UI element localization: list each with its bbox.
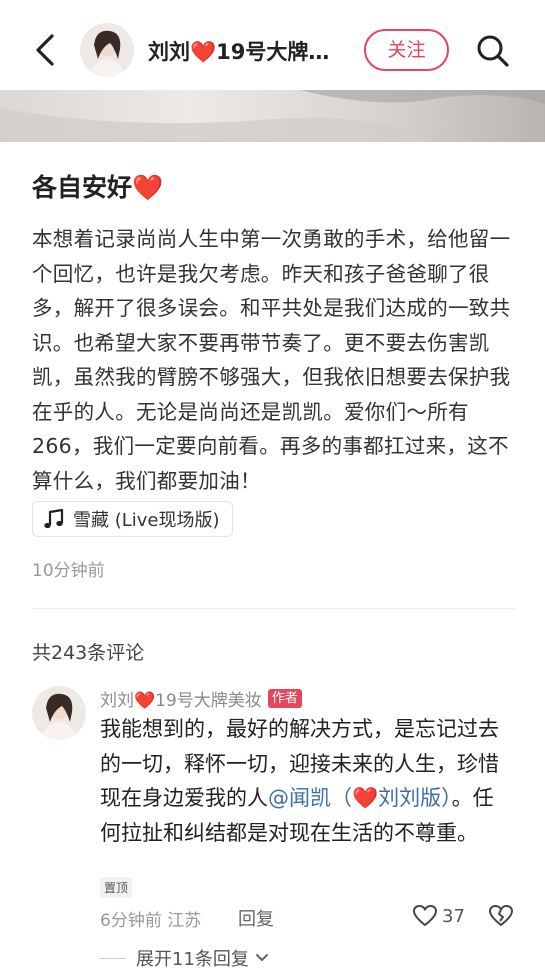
chevron-down-icon <box>255 954 268 961</box>
pinned-badge: 置顶 <box>100 877 133 898</box>
search-icon[interactable] <box>474 32 512 70</box>
comment-count: 共243条评论 <box>32 642 145 664</box>
follow-button[interactable]: 关注 <box>364 29 449 71</box>
like-heart-icon[interactable] <box>412 903 438 929</box>
author-badge: 作者 <box>267 689 302 708</box>
comment-avatar[interactable] <box>32 686 86 740</box>
post-body: 本想着记录尚尚人生中第一次勇敢的手术，给他留一个回忆，也许是我欠考虑。昨天和孩子… <box>32 227 511 493</box>
comment-time-location: 6分钟前 江苏 <box>100 911 202 931</box>
reply-button[interactable]: 回复 <box>238 905 274 931</box>
music-note-icon <box>44 508 64 529</box>
expand-divider <box>100 957 126 959</box>
post-image[interactable] <box>0 90 545 142</box>
post-time: 10分钟前 <box>32 561 105 581</box>
author-name[interactable]: 刘刘❤️19号大牌… <box>148 36 348 66</box>
comment-author[interactable]: 刘刘❤️19号大牌美妆 作者 <box>100 686 302 711</box>
comment-author-name: 刘刘❤️19号大牌美妆 <box>100 691 262 711</box>
back-arrow-icon[interactable] <box>28 28 64 72</box>
music-label: 雪藏 (Live现场版) <box>73 510 220 531</box>
comment-mention-link[interactable]: @闻凯（❤️刘刘版） <box>268 786 452 810</box>
author-avatar[interactable] <box>80 23 134 77</box>
divider <box>32 608 515 609</box>
dislike-broken-heart-icon[interactable] <box>488 903 514 929</box>
top-bar: 刘刘❤️19号大牌… 关注 <box>0 0 545 90</box>
comment-text: 我能想到的，最好的解决方式，是忘记过去的一切，释怀一切，迎接未来的人生，珍惜现在… <box>100 712 510 850</box>
music-tag[interactable]: 雪藏 (Live现场版) <box>32 501 233 537</box>
expand-replies-button[interactable]: 展开11条回复 <box>100 945 271 971</box>
expand-replies-label: 展开11条回复 <box>136 949 249 970</box>
like-count: 37 <box>442 906 465 927</box>
post-title: 各自安好❤️ <box>32 173 164 202</box>
